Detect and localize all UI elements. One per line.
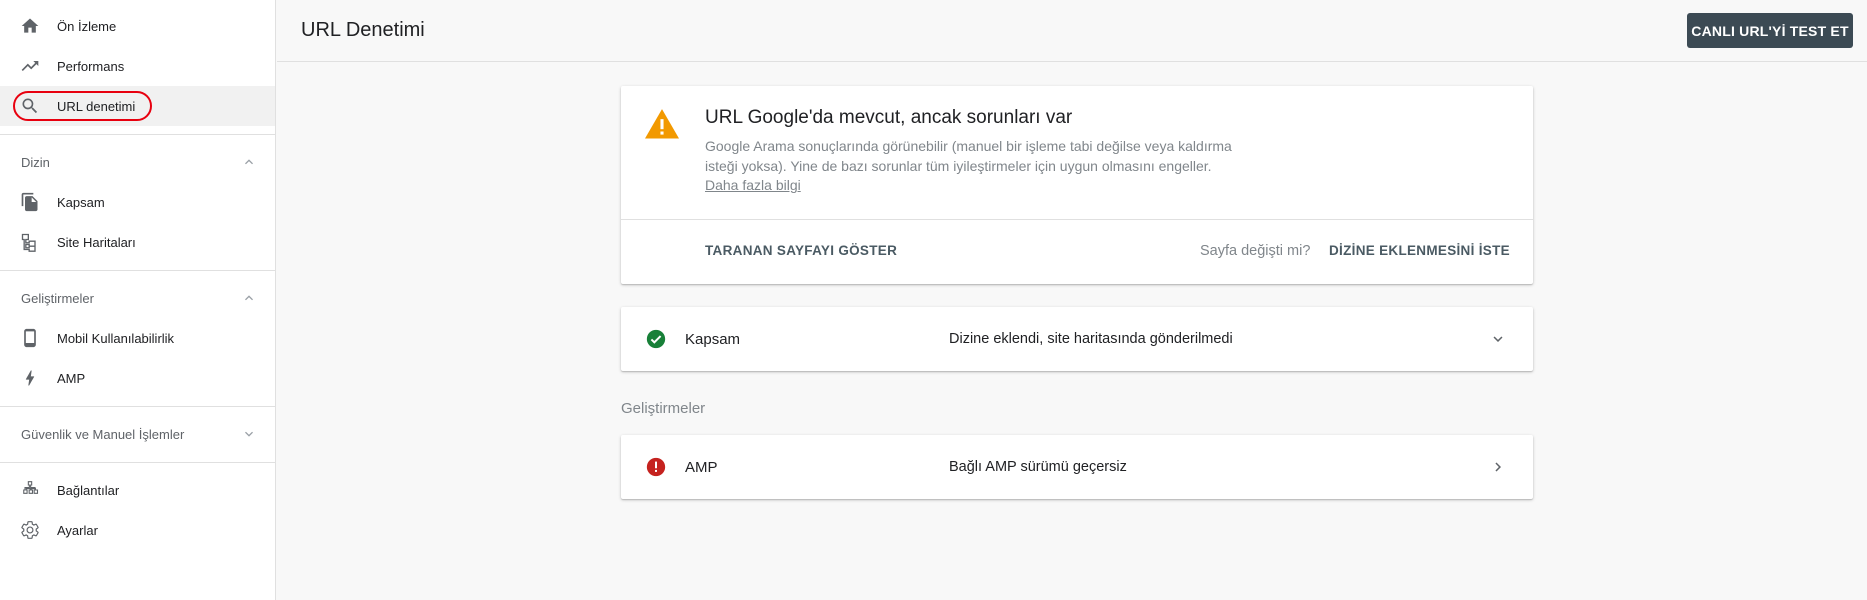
divider <box>0 462 275 463</box>
sidebar-item-label: Ön İzleme <box>57 18 117 34</box>
sitemap-icon <box>20 232 40 252</box>
status-title: URL Google'da mevcut, ancak sorunları va… <box>705 107 1073 128</box>
coverage-label: Kapsam <box>685 331 741 348</box>
section-header-index[interactable]: Dizin <box>0 142 275 182</box>
divider <box>0 406 275 407</box>
error-icon <box>646 457 666 477</box>
bolt-icon <box>20 368 40 388</box>
search-icon <box>20 96 40 116</box>
sidebar-item-label: AMP <box>57 370 86 386</box>
sidebar-item-links[interactable]: Bağlantılar <box>0 470 275 510</box>
copy-icon <box>20 192 40 212</box>
page-changed-question: Sayfa değişti mi? <box>1200 243 1311 259</box>
sidebar-item-label: Site Haritaları <box>57 234 136 250</box>
enhancements-heading: Geliştirmeler <box>621 400 706 417</box>
amp-row[interactable]: AMP Bağlı AMP sürümü geçersiz <box>621 435 1533 499</box>
section-header-security[interactable]: Güvenlik ve Manuel İşlemler <box>0 414 275 454</box>
home-icon <box>20 16 40 36</box>
amp-value: Bağlı AMP sürümü geçersiz <box>949 459 1127 475</box>
sidebar-item-label: Kapsam <box>57 194 105 210</box>
chevron-down-icon[interactable] <box>1489 330 1507 348</box>
inspection-status-card: URL Google'da mevcut, ancak sorunları va… <box>621 86 1533 284</box>
sidebar-item-overview[interactable]: Ön İzleme <box>0 6 275 46</box>
check-circle-icon <box>646 329 666 349</box>
chevron-up-icon <box>245 159 253 165</box>
chevron-down-icon <box>245 431 253 437</box>
sidebar-item-amp[interactable]: AMP <box>0 358 275 398</box>
sidebar-item-performance[interactable]: Performans <box>0 46 275 86</box>
gear-icon <box>20 520 40 540</box>
divider <box>0 134 275 135</box>
warning-icon <box>645 109 679 139</box>
sidebar-item-label: Bağlantılar <box>57 482 120 498</box>
sidebar-item-url-inspection[interactable]: URL denetimi <box>0 86 275 126</box>
page-title: URL Denetimi <box>301 19 425 41</box>
section-title: Güvenlik ve Manuel İşlemler <box>21 427 185 442</box>
sidebar-item-label: Mobil Kullanılabilirlik <box>57 330 175 346</box>
trending-up-icon <box>20 56 40 76</box>
sidebar: Ön İzleme Performans URL denetimi Dizin … <box>0 0 276 600</box>
test-live-url-button[interactable]: CANLI URL'Yİ TEST ET <box>1687 13 1853 48</box>
section-header-enhancements[interactable]: Geliştirmeler <box>0 278 275 318</box>
divider <box>621 219 1533 220</box>
request-indexing-button[interactable]: DİZİNE EKLENMESİNİ İSTE <box>1329 243 1510 258</box>
sidebar-item-coverage[interactable]: Kapsam <box>0 182 275 222</box>
sidebar-item-label: Performans <box>57 58 125 74</box>
chevron-up-icon <box>245 295 253 301</box>
coverage-row[interactable]: Kapsam Dizine eklendi, site haritasında … <box>621 307 1533 371</box>
sidebar-item-settings[interactable]: Ayarlar <box>0 510 275 550</box>
links-icon <box>20 480 40 500</box>
learn-more-link[interactable]: Daha fazla bilgi <box>705 177 801 193</box>
divider <box>0 270 275 271</box>
status-description: Google Arama sonuçlarında görünebilir (m… <box>705 138 1232 174</box>
section-title: Dizin <box>21 155 50 170</box>
amp-label: AMP <box>685 459 718 476</box>
coverage-value: Dizine eklendi, site haritasında gönderi… <box>949 331 1233 347</box>
view-crawled-page-button[interactable]: TARANAN SAYFAYI GÖSTER <box>705 243 897 258</box>
sidebar-item-sitemaps[interactable]: Site Haritaları <box>0 222 275 262</box>
header: URL Denetimi CANLI URL'Yİ TEST ET <box>277 0 1867 62</box>
sidebar-item-label: Ayarlar <box>57 522 98 538</box>
section-title: Geliştirmeler <box>21 291 94 306</box>
sidebar-item-mobile-usability[interactable]: Mobil Kullanılabilirlik <box>0 318 275 358</box>
chevron-right-icon[interactable] <box>1489 458 1507 476</box>
phone-icon <box>20 328 40 348</box>
sidebar-item-label: URL denetimi <box>57 98 136 114</box>
